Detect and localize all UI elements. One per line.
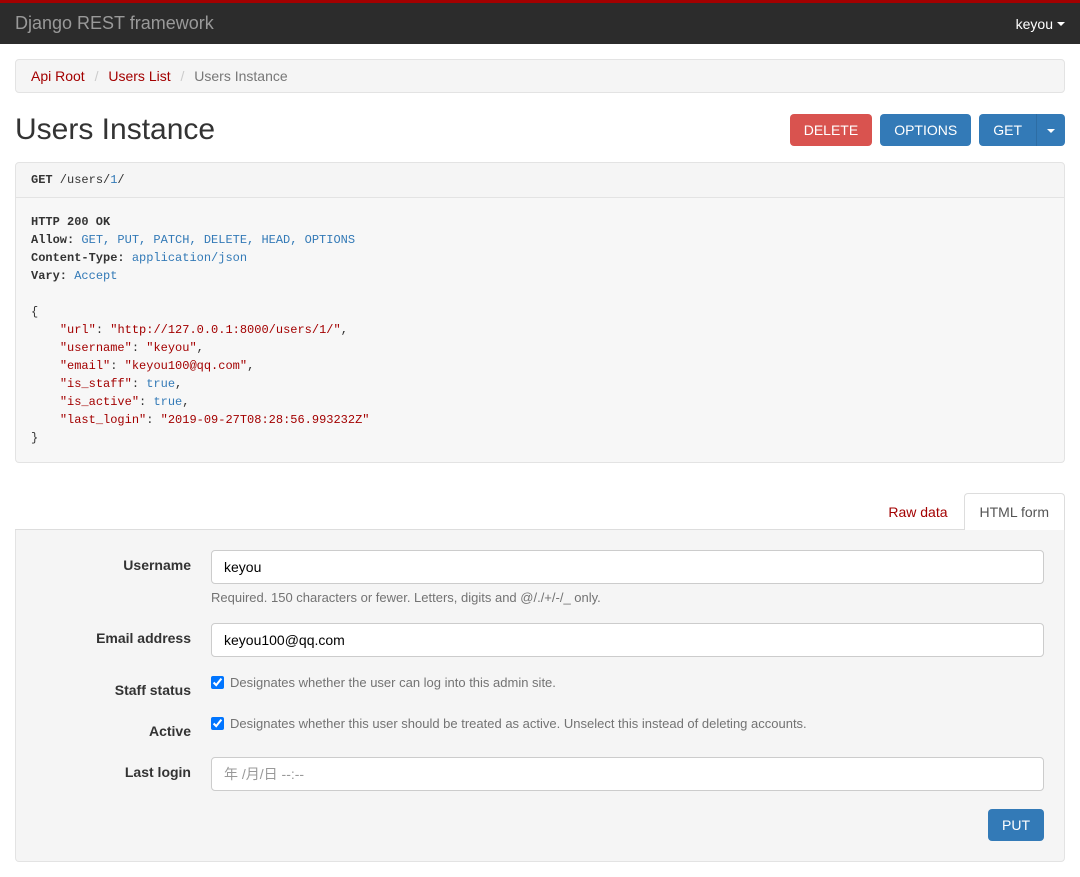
options-button[interactable]: OPTIONS [880,114,971,146]
navbar-brand[interactable]: Django REST framework [15,13,214,34]
response-body: HTTP 200 OK Allow: GET, PUT, PATCH, DELE… [15,198,1065,463]
staff-status-checkbox[interactable] [211,676,224,689]
navbar-user-menu[interactable]: keyou [1016,16,1065,32]
breadcrumb-separator: / [175,68,191,84]
delete-button[interactable]: DELETE [790,114,872,146]
email-input[interactable] [211,623,1044,657]
username-help: Required. 150 characters or fewer. Lette… [211,590,1044,605]
get-button-group: GET [979,114,1065,146]
breadcrumb-separator: / [89,68,105,84]
active-label: Active [36,716,211,739]
navbar-user-label: keyou [1016,16,1053,32]
get-dropdown-toggle[interactable] [1036,114,1065,146]
tab-raw-data[interactable]: Raw data [872,493,963,530]
username-label: Username [36,550,211,573]
request-method: GET [31,173,53,187]
active-help: Designates whether this user should be t… [230,716,807,731]
breadcrumb-current: Users Instance [194,68,287,84]
form-tabs: Raw data HTML form [15,493,1065,530]
page-title: Users Instance [15,113,215,147]
email-label: Email address [36,623,211,646]
last-login-label: Last login [36,757,211,780]
page-header: Users Instance DELETE OPTIONS GET [15,113,1065,147]
breadcrumb: Api Root / Users List / Users Instance [15,59,1065,93]
caret-down-icon [1047,129,1055,133]
last-login-input[interactable] [211,757,1044,791]
breadcrumb-api-root[interactable]: Api Root [31,68,85,84]
put-submit-button[interactable]: PUT [988,809,1044,841]
staff-status-help: Designates whether the user can log into… [230,675,556,690]
tab-html-form[interactable]: HTML form [964,493,1065,530]
get-button[interactable]: GET [979,114,1036,146]
active-checkbox[interactable] [211,717,224,730]
staff-status-label: Staff status [36,675,211,698]
caret-down-icon [1057,22,1065,26]
form-panel: Username Required. 150 characters or few… [15,530,1065,862]
request-info: GET /users/1/ [15,162,1065,198]
breadcrumb-users-list[interactable]: Users List [108,68,170,84]
username-input[interactable] [211,550,1044,584]
navbar: Django REST framework keyou [0,0,1080,44]
